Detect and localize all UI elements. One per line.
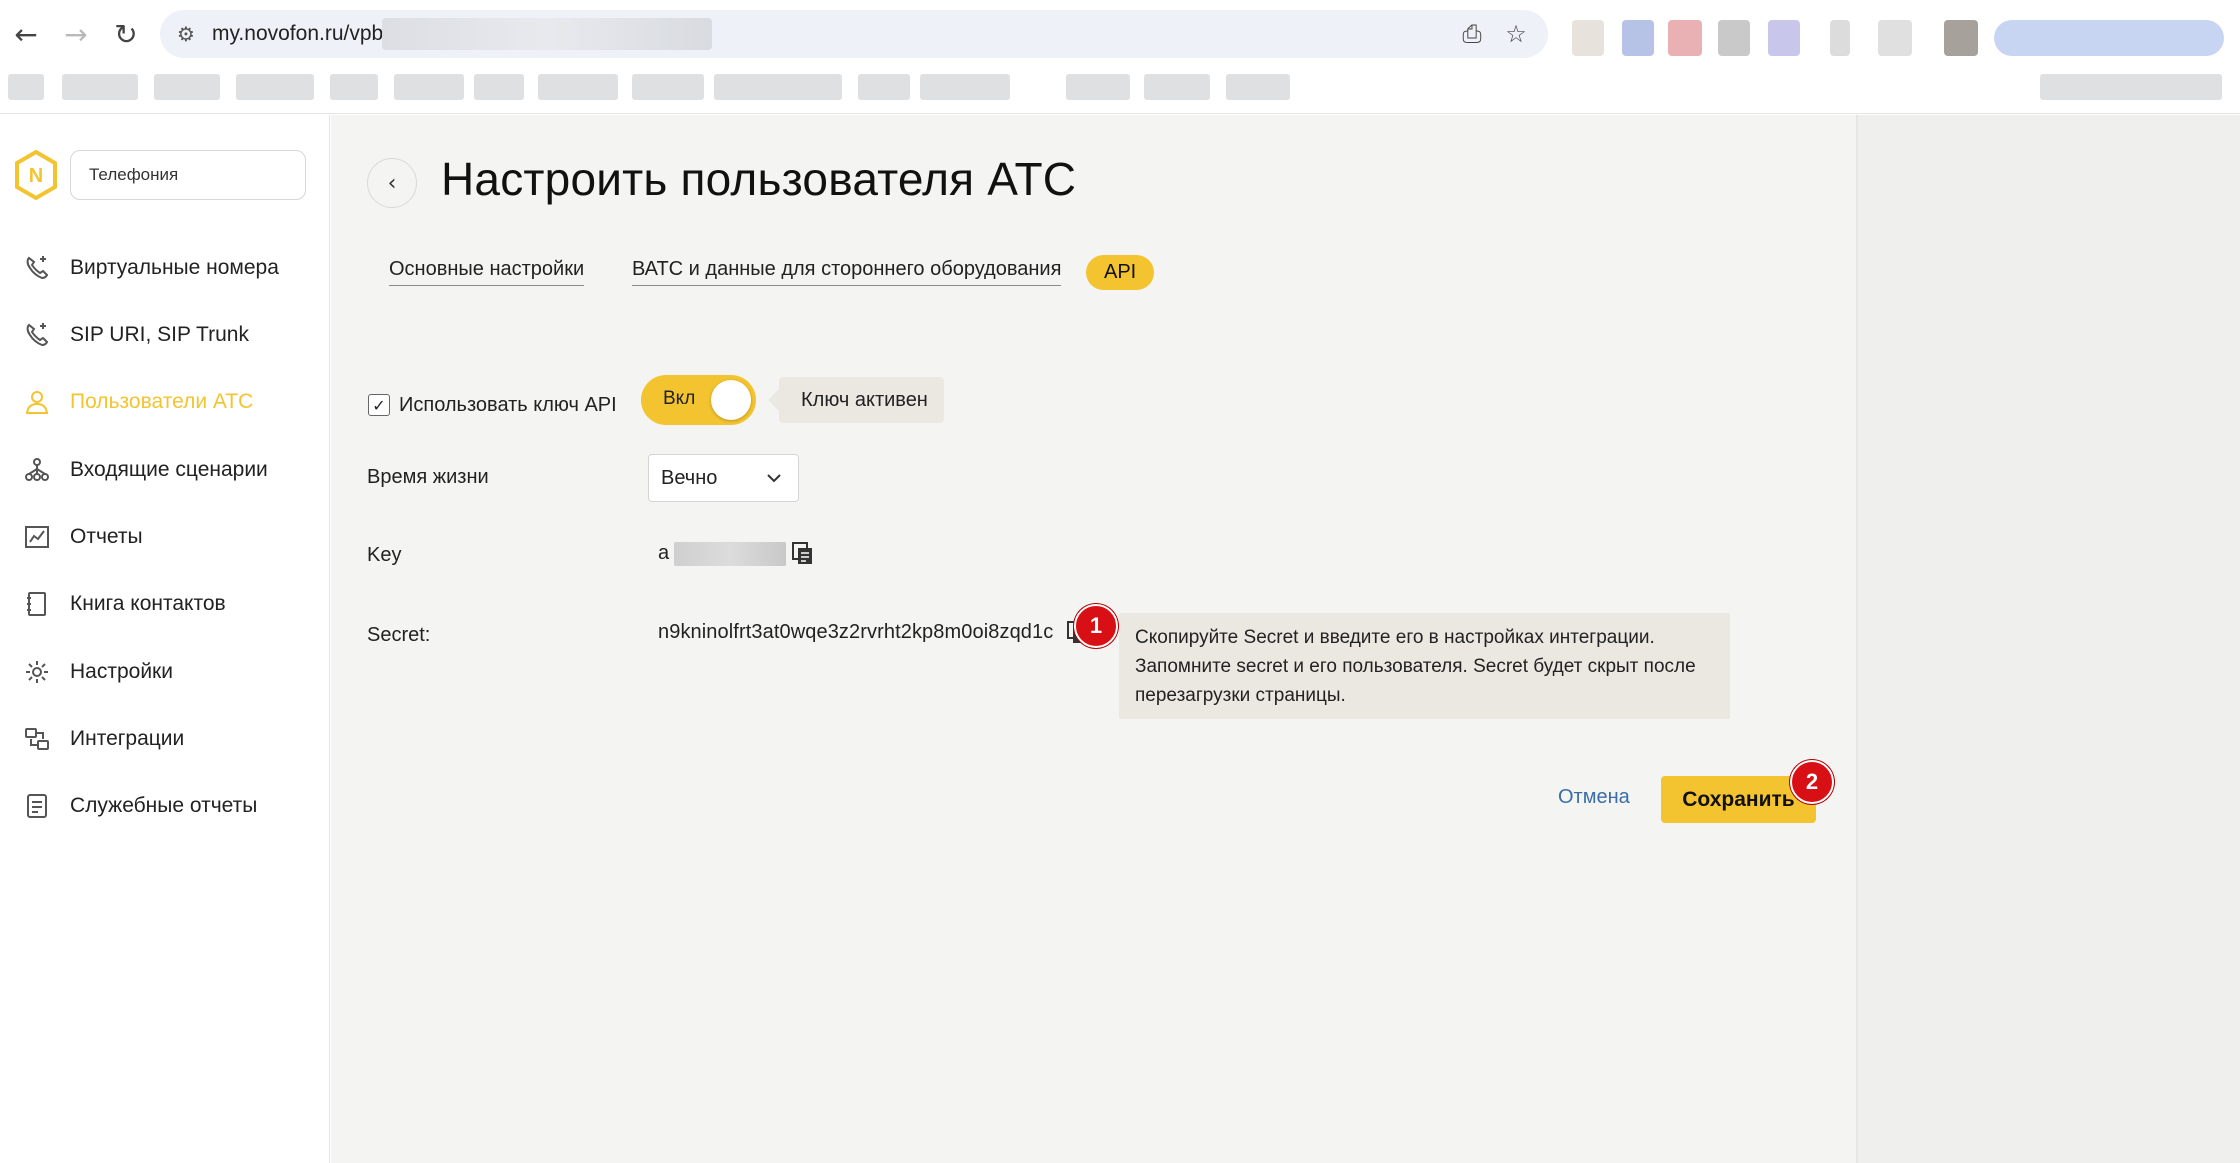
phone-icon bbox=[22, 253, 52, 283]
key-value-redacted bbox=[674, 542, 786, 566]
user-icon bbox=[22, 387, 52, 417]
bookmark-item[interactable] bbox=[714, 74, 842, 100]
flow-icon bbox=[22, 455, 52, 485]
sidebar-item-virtual-numbers[interactable]: Виртуальные номера bbox=[0, 240, 330, 296]
back-arrow-icon[interactable]: ← bbox=[6, 14, 46, 54]
bookmark-item[interactable] bbox=[538, 74, 618, 100]
extension-icon[interactable] bbox=[1622, 20, 1654, 56]
toggle-label: Вкл bbox=[663, 388, 696, 409]
chart-icon bbox=[22, 522, 52, 552]
bookmark-item[interactable] bbox=[1226, 74, 1290, 100]
book-icon bbox=[22, 589, 52, 619]
forward-arrow-icon[interactable]: → bbox=[56, 14, 96, 54]
toggle-knob bbox=[711, 380, 751, 420]
sidebar-item-settings[interactable]: Настройки bbox=[0, 644, 330, 700]
step-marker-2: 2 bbox=[1790, 760, 1834, 804]
lifetime-label: Время жизни bbox=[367, 466, 489, 488]
address-bar[interactable]: ⚙ my.novofon.ru/vpb ⎙ ☆ bbox=[160, 10, 1548, 58]
browser-chrome: ← → ↻ ⚙ my.novofon.ru/vpb ⎙ ☆ bbox=[0, 0, 2240, 114]
sidebar-item-label: SIP URI, SIP Trunk bbox=[70, 323, 249, 346]
step-marker-1: 1 bbox=[1074, 604, 1118, 648]
phone-icon bbox=[22, 320, 52, 350]
bookmark-item[interactable] bbox=[330, 74, 378, 100]
checkmark-icon: ✓ bbox=[372, 395, 386, 415]
bookmark-item[interactable] bbox=[236, 74, 314, 100]
sidebar-item-label: Пользователи АТС bbox=[70, 390, 254, 413]
gear-icon bbox=[22, 657, 52, 687]
use-api-key-label[interactable]: Использовать ключ API bbox=[399, 394, 617, 417]
api-key-toggle[interactable]: Вкл bbox=[641, 375, 756, 425]
integration-icon bbox=[22, 724, 52, 754]
bookmark-item[interactable] bbox=[8, 74, 44, 100]
sidebar-item-label: Входящие сценарии bbox=[70, 458, 268, 481]
extension-icon[interactable] bbox=[1944, 20, 1978, 56]
lifetime-value: Вечно bbox=[661, 467, 718, 489]
tab-vats-equipment[interactable]: ВАТС и данные для стороннего оборудовани… bbox=[632, 258, 1062, 286]
bookmark-item[interactable] bbox=[1144, 74, 1210, 100]
sidebar-item-reports[interactable]: Отчеты bbox=[0, 509, 330, 565]
bookmark-item[interactable] bbox=[154, 74, 220, 100]
sidebar-item-label: Служебные отчеты bbox=[70, 794, 258, 817]
extension-icon[interactable] bbox=[1668, 20, 1702, 56]
right-panel bbox=[1856, 115, 2240, 1163]
site-settings-icon[interactable]: ⚙ bbox=[174, 22, 198, 46]
url-text[interactable]: my.novofon.ru/vpb bbox=[212, 22, 383, 46]
tab-main-settings[interactable]: Основные настройки bbox=[389, 258, 585, 286]
secret-label: Secret: bbox=[367, 624, 431, 646]
bookmark-item[interactable] bbox=[2040, 74, 2222, 100]
bookmark-item[interactable] bbox=[394, 74, 464, 100]
secret-value[interactable]: n9kninolfrt3at0wqe3z2rvrht2kp8m0oi8zqd1c bbox=[658, 621, 1053, 644]
bookmark-item[interactable] bbox=[920, 74, 1010, 100]
sidebar-item-sip[interactable]: SIP URI, SIP Trunk bbox=[0, 307, 330, 363]
profile-button[interactable] bbox=[1994, 20, 2224, 56]
back-button[interactable]: ‹ bbox=[367, 158, 417, 208]
report-icon bbox=[22, 791, 52, 821]
lifetime-select[interactable]: Вечно bbox=[648, 454, 799, 502]
extension-icon[interactable] bbox=[1768, 20, 1800, 56]
novofon-logo-icon[interactable]: N bbox=[14, 150, 58, 200]
product-selector[interactable]: Телефония bbox=[70, 150, 306, 200]
sidebar-item-contacts-book[interactable]: Книга контактов bbox=[0, 576, 330, 632]
copy-icon[interactable] bbox=[791, 541, 815, 567]
sidebar-item-label: Интеграции bbox=[70, 727, 185, 750]
sidebar-item-incoming-scenarios[interactable]: Входящие сценарии bbox=[0, 442, 330, 498]
use-api-key-checkbox[interactable]: ✓ bbox=[368, 394, 390, 416]
sidebar-item-label: Виртуальные номера bbox=[70, 256, 279, 279]
reload-icon[interactable]: ↻ bbox=[106, 14, 146, 54]
key-label: Key bbox=[367, 544, 402, 566]
install-app-icon[interactable]: ⎙ bbox=[1458, 20, 1486, 48]
key-status-badge: Ключ активен bbox=[768, 377, 944, 423]
sidebar-item-pbx-users[interactable]: Пользователи АТС bbox=[0, 374, 330, 430]
tab-api[interactable]: API bbox=[1086, 255, 1155, 290]
key-value: a bbox=[658, 542, 670, 564]
extension-icon[interactable] bbox=[1572, 20, 1604, 56]
bookmark-star-icon[interactable]: ☆ bbox=[1502, 20, 1530, 48]
sidebar-item-integrations[interactable]: Интеграции bbox=[0, 711, 330, 767]
chevron-down-icon bbox=[764, 467, 784, 489]
extension-icon[interactable] bbox=[1878, 20, 1912, 56]
cancel-button[interactable]: Отмена bbox=[1558, 786, 1630, 809]
bookmark-item[interactable] bbox=[858, 74, 910, 100]
bookmark-item[interactable] bbox=[632, 74, 704, 100]
sidebar-item-label: Настройки bbox=[70, 660, 173, 683]
url-redacted bbox=[382, 18, 712, 50]
bookmark-item[interactable] bbox=[62, 74, 138, 100]
bookmark-item[interactable] bbox=[1066, 74, 1130, 100]
sidebar-item-service-reports[interactable]: Служебные отчеты bbox=[0, 778, 330, 834]
bookmark-item[interactable] bbox=[474, 74, 524, 100]
extension-icon[interactable] bbox=[1830, 20, 1850, 56]
secret-hint-tooltip: Скопируйте Secret и введите его в настро… bbox=[1119, 613, 1730, 719]
extension-icon[interactable] bbox=[1718, 20, 1750, 56]
svg-text:N: N bbox=[29, 165, 43, 187]
sidebar-item-label: Книга контактов bbox=[70, 592, 226, 615]
page-title: Настроить пользователя АТС bbox=[441, 153, 1077, 205]
sidebar-item-label: Отчеты bbox=[70, 525, 143, 548]
